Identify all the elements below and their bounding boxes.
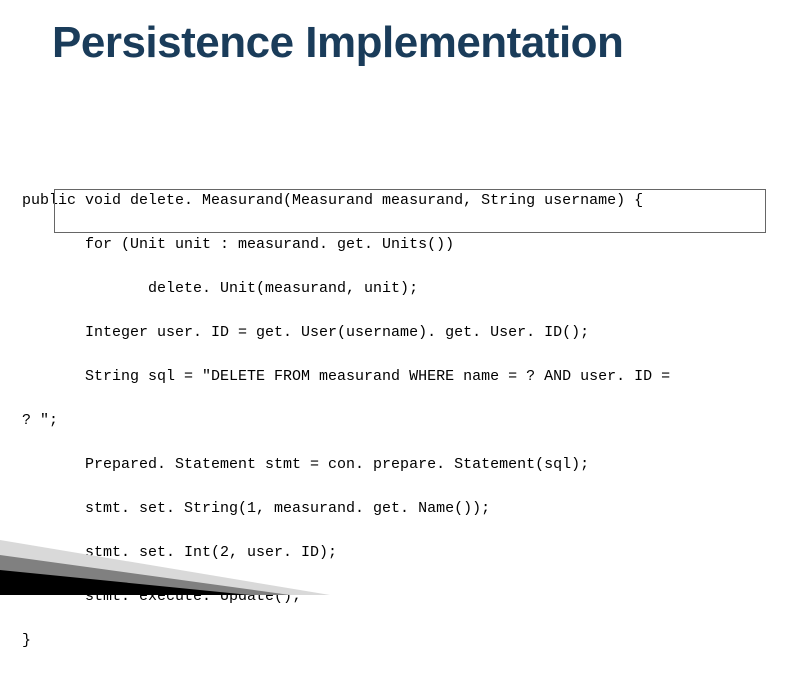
code-line-3: delete. Unit(measurand, unit); (22, 278, 772, 300)
code-line-1: public void delete. Measurand(Measurand … (22, 190, 772, 212)
code-line-7: Prepared. Statement stmt = con. prepare.… (22, 454, 772, 476)
code-line-4: Integer user. ID = get. User(username). … (22, 322, 772, 344)
code-line-5: String sql = "DELETE FROM measurand WHER… (22, 366, 772, 388)
decorative-wedge-icon (0, 485, 330, 595)
code-line-11: } (22, 630, 772, 652)
code-block: public void delete. Measurand(Measurand … (22, 168, 772, 674)
code-line-2: for (Unit unit : measurand. get. Units()… (22, 234, 772, 256)
code-line-6: ? "; (22, 410, 772, 432)
slide-title: Persistence Implementation (52, 18, 623, 68)
